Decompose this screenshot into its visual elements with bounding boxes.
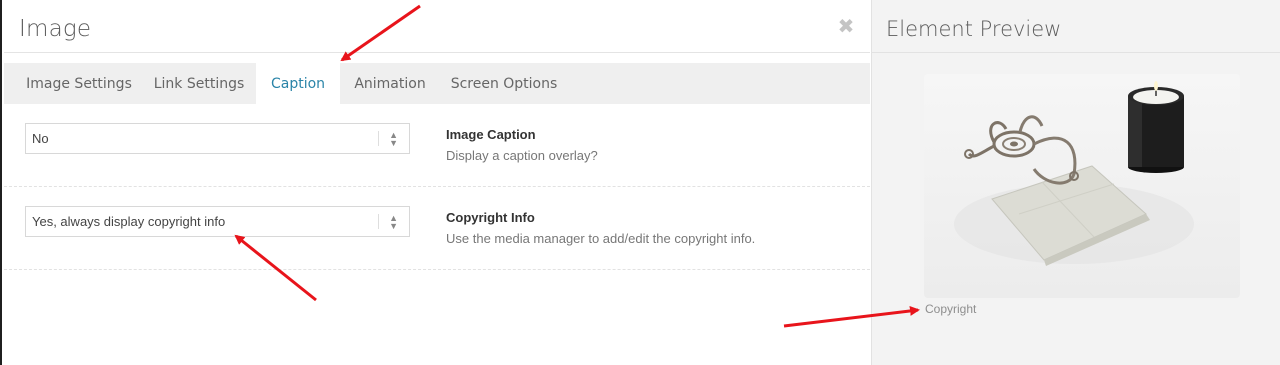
image-caption-description: Display a caption overlay?	[446, 148, 598, 163]
copyright-info-label: Copyright Info	[446, 210, 535, 225]
app-frame: Image ✖ Image Settings Link Settings Cap…	[0, 0, 1280, 365]
image-settings-modal: Image ✖ Image Settings Link Settings Cap…	[4, 0, 870, 365]
updown-arrows-icon: ▲ ▼	[389, 213, 398, 231]
preview-title: Element Preview	[886, 17, 1062, 41]
copyright-info-select-value: Yes, always display copyright info	[32, 214, 226, 229]
close-icon[interactable]: ✖	[836, 16, 856, 36]
copyright-info-description: Use the media manager to add/edit the co…	[446, 231, 756, 246]
updown-arrows-icon: ▲ ▼	[389, 130, 398, 148]
preview-copyright-caption: Copyright	[925, 302, 977, 316]
header-divider	[4, 52, 870, 53]
tab-screen-options[interactable]: Screen Options	[440, 63, 568, 104]
tab-bar: Image Settings Link Settings Caption Ani…	[4, 63, 870, 104]
tab-link-settings[interactable]: Link Settings	[142, 63, 256, 104]
select-divider	[378, 131, 379, 146]
select-divider	[378, 214, 379, 229]
setting-row-copyright-info: Yes, always display copyright info ▲ ▼ Co…	[4, 187, 870, 270]
image-caption-select[interactable]: No ▲ ▼	[25, 123, 410, 154]
modal-title: Image	[19, 16, 92, 42]
copyright-info-select[interactable]: Yes, always display copyright info ▲ ▼	[25, 206, 410, 237]
image-caption-label: Image Caption	[446, 127, 536, 142]
tab-animation[interactable]: Animation	[340, 63, 440, 104]
element-preview-panel: Element Preview Copyright	[871, 0, 1280, 365]
tab-caption[interactable]: Caption	[256, 63, 340, 104]
preview-divider	[872, 52, 1280, 53]
image-caption-select-value: No	[32, 131, 49, 146]
setting-row-image-caption: No ▲ ▼ Image Caption Display a caption ov…	[4, 104, 870, 187]
preview-image	[924, 74, 1240, 298]
tab-image-settings[interactable]: Image Settings	[16, 63, 142, 104]
